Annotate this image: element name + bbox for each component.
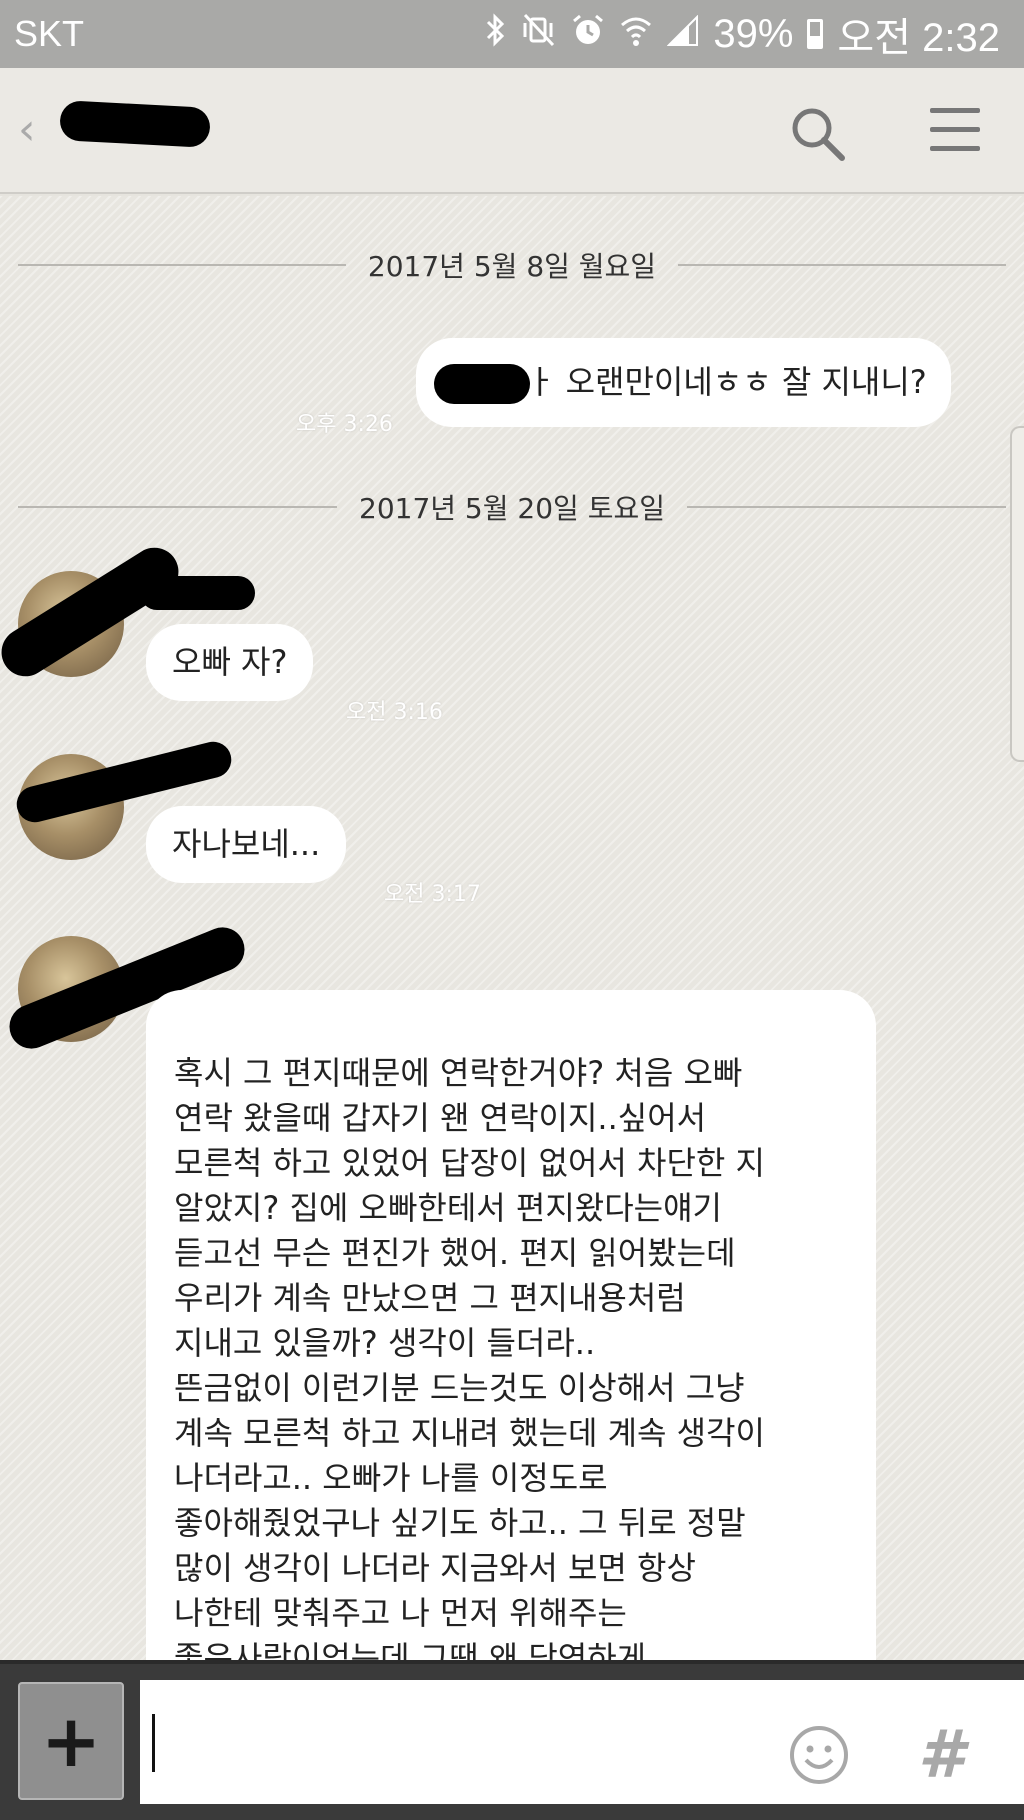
message-bubble-received[interactable]: 혹시 그 편지때문에 연락한거야? 처음 오빠 연락 왔을때 갑자기 왠 연락이… <box>146 990 876 1660</box>
plus-icon: + <box>40 1699 102 1783</box>
scroll-handle[interactable] <box>1010 426 1024 762</box>
message-bubble-received[interactable]: 오빠 자? <box>146 624 314 701</box>
vibrate-mute-icon <box>521 12 557 57</box>
signal-icon <box>666 12 699 57</box>
alarm-icon <box>571 12 605 57</box>
chat-header: ‹ <box>0 68 1024 194</box>
date-divider: 2017년 5월 8일 월요일 <box>18 245 1006 285</box>
message-input[interactable] <box>140 1680 1024 1804</box>
clock: 오전 2:32 <box>837 16 1000 60</box>
carrier-label: SKT <box>14 13 85 54</box>
message-bubble-received[interactable]: 자나보네... <box>146 806 347 883</box>
redacted-name <box>434 364 530 404</box>
menu-icon[interactable] <box>930 108 980 154</box>
bluetooth-icon <box>485 12 507 57</box>
message-time: 오후 3:26 <box>296 412 393 437</box>
input-bar: + # <box>0 1660 1024 1820</box>
redaction-scribble <box>140 576 255 610</box>
chat-title-redacted <box>59 100 211 148</box>
add-attachment-button[interactable]: + <box>18 1682 124 1800</box>
status-icons: 39% 오전 2:32 <box>485 5 1000 63</box>
status-bar: SKT 39% 오전 2:32 <box>0 0 1024 68</box>
hashtag-search-button[interactable]: # <box>918 1716 964 1793</box>
battery-icon <box>807 19 824 49</box>
text-cursor <box>152 1714 155 1772</box>
search-icon[interactable] <box>788 104 848 164</box>
message-bubble-sent[interactable]: ㅏ 오랜만이네ㅎㅎ 잘 지내니? <box>416 338 951 427</box>
wifi-icon <box>619 12 653 57</box>
battery-percent: 39% <box>713 11 794 56</box>
message-time: 오전 3:17 <box>384 882 481 907</box>
date-divider: 2017년 5월 20일 토요일 <box>18 487 1006 527</box>
chevron-left-icon[interactable]: ‹ <box>18 104 36 155</box>
message-time: 오전 3:16 <box>346 700 443 725</box>
chat-log[interactable]: 2017년 5월 8일 월요일 ㅏ 오랜만이네ㅎㅎ 잘 지내니? 오후 3:26… <box>0 196 1024 1660</box>
emoji-icon[interactable] <box>788 1724 850 1786</box>
